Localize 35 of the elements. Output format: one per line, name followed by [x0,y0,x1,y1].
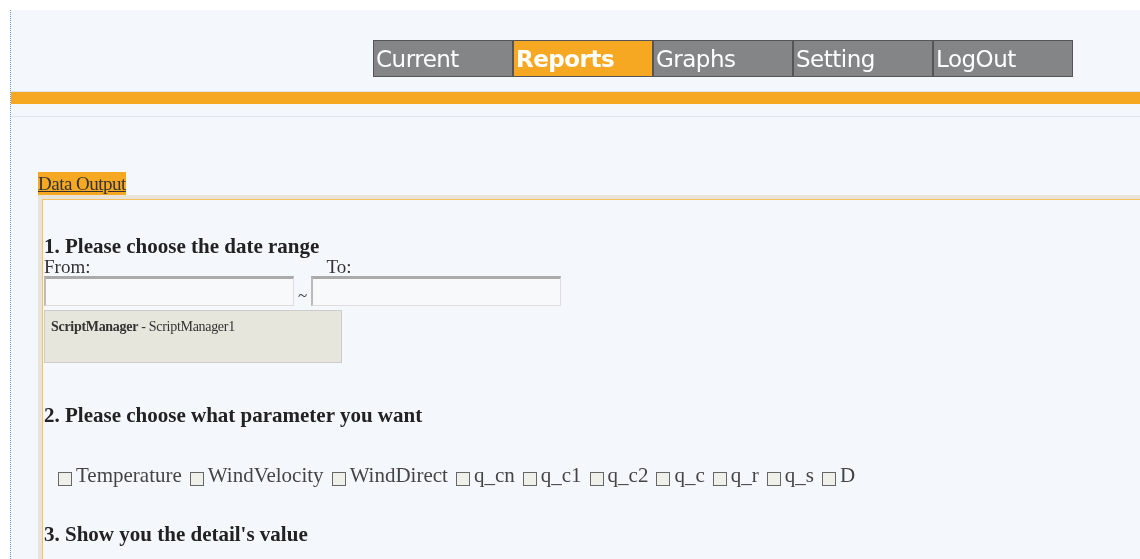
checkbox[interactable] [189,471,204,486]
from-label: From: [44,258,91,276]
checkbox[interactable] [522,471,537,486]
script-manager-control: ScriptManager - ScriptManager1 [44,310,342,363]
range-separator: ~ [298,286,308,306]
from-date-field[interactable] [44,276,294,306]
section-heading: 1. Please choose the date range [44,234,321,258]
section-heading: 2. Please choose what parameter you want [44,403,424,427]
nav-tab[interactable]: Reports [513,40,653,77]
nav-tab[interactable]: Setting [793,40,933,77]
checkbox-label: D [839,463,856,488]
checkbox[interactable] [331,471,346,486]
checkbox-label: Temperature [76,463,182,488]
section-link[interactable]: Data Output [38,172,126,195]
nav-tab[interactable]: Graphs [653,40,793,77]
checkbox-label: q_r [730,463,759,488]
checkbox-label: q_s [784,463,814,488]
to-label: To: [326,258,352,276]
checkbox[interactable] [589,471,604,486]
checkbox-label: WindDirect [349,463,448,488]
checkbox-label: q_c [674,463,705,488]
section-heading: 3. Show you the detail's value [44,522,309,546]
checkbox[interactable] [656,471,671,486]
to-date-field[interactable] [311,276,562,306]
checkbox[interactable] [58,471,72,486]
checkbox-label: q_c2 [607,463,649,488]
checkbox[interactable] [766,471,781,486]
nav-tab[interactable]: Current [373,40,513,77]
checkbox-label: WindVelocity [207,463,324,488]
checkbox-label: q_c1 [540,463,582,488]
checkbox[interactable] [821,471,836,486]
checkbox[interactable] [455,471,470,486]
checkbox-label: q_cn [473,463,515,488]
nav-tab[interactable]: LogOut [933,40,1073,77]
checkbox[interactable] [712,471,727,486]
